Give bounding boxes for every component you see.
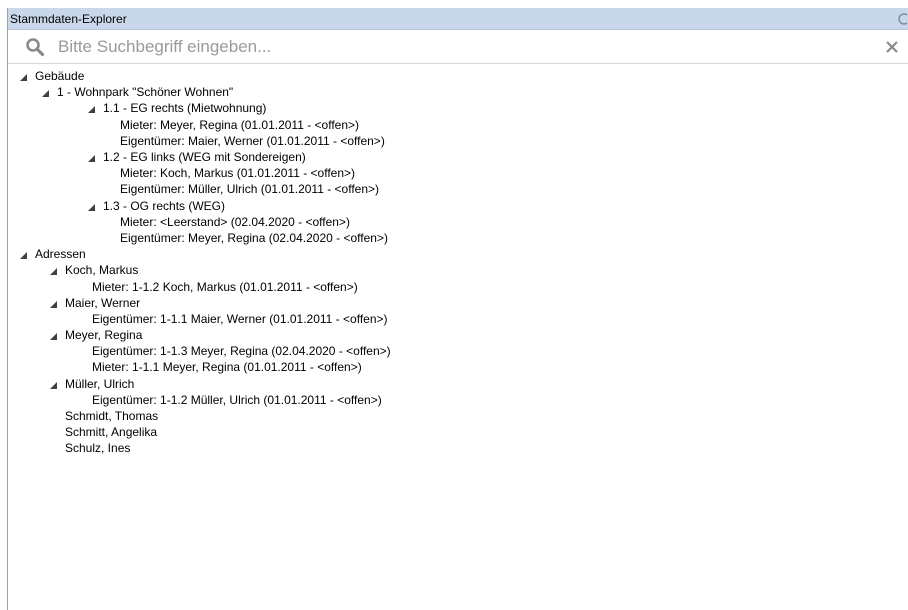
master-data-tree: Gebäude 1 - Wohnpark "Schöner Wohnen" 1.… xyxy=(8,64,908,457)
tree-leaf[interactable]: Eigentümer: Meyer, Regina (02.04.2020 - … xyxy=(8,230,908,246)
search-bar xyxy=(8,30,908,64)
tree-node-label: Maier, Werner xyxy=(65,295,141,310)
expanded-triangle-icon[interactable] xyxy=(18,71,28,82)
search-input[interactable] xyxy=(58,32,882,61)
tree-node-label: 1 - Wohnpark "Schöner Wohnen" xyxy=(57,85,234,100)
expanded-triangle-icon[interactable] xyxy=(48,379,58,389)
tree-node-label: 1.1 - EG rechts (Mietwohnung) xyxy=(103,101,267,116)
stammdaten-explorer-panel: Stammdaten-Explorer Gebäude 1 - Wo xyxy=(7,8,908,610)
tree-node-wohnpark[interactable]: 1 - Wohnpark "Schöner Wohnen" xyxy=(8,84,908,100)
tree-leaf-label: Eigentümer: Müller, Ulrich (01.01.2011 -… xyxy=(120,182,380,197)
tree-node-unit[interactable]: 1.1 - EG rechts (Mietwohnung) xyxy=(8,100,908,116)
expanded-triangle-icon[interactable] xyxy=(86,152,96,163)
tree-node-label: 1.2 - EG links (WEG mit Sondereigen) xyxy=(103,150,306,165)
tree-node-label: Koch, Markus xyxy=(65,263,139,278)
tree-node-label: Adressen xyxy=(35,247,86,262)
tree-node-person-collapsed[interactable]: Schulz, Ines xyxy=(8,440,908,456)
tree-node-gebaeude[interactable]: Gebäude xyxy=(8,68,908,84)
tree-node-unit[interactable]: 1.3 - OG rechts (WEG) xyxy=(8,198,908,214)
tree-node-label: Schmidt, Thomas xyxy=(65,409,159,424)
tree-leaf[interactable]: Eigentümer: 1-1.1 Maier, Werner (01.01.2… xyxy=(8,311,908,327)
tree-node-label: Schulz, Ines xyxy=(65,441,131,456)
expanded-triangle-icon[interactable] xyxy=(48,330,58,341)
tree-leaf-label: Eigentümer: 1-1.2 Müller, Ulrich (01.01.… xyxy=(92,392,382,407)
tree-node-person[interactable]: Koch, Markus xyxy=(8,262,908,278)
close-icon[interactable] xyxy=(882,37,902,57)
tree-leaf-label: Mieter: Koch, Markus (01.01.2011 - <offe… xyxy=(120,166,356,181)
tree-node-label: Meyer, Regina xyxy=(65,328,143,343)
pin-icon[interactable] xyxy=(898,12,908,26)
expanded-triangle-icon[interactable] xyxy=(86,103,96,114)
tree-leaf[interactable]: Eigentümer: Müller, Ulrich (01.01.2011 -… xyxy=(8,181,908,197)
tree-leaf[interactable]: Eigentümer: 1-1.2 Müller, Ulrich (01.01.… xyxy=(8,392,908,408)
tree-leaf-label: Eigentümer: Meyer, Regina (02.04.2020 - … xyxy=(120,230,388,245)
expanded-triangle-icon[interactable] xyxy=(18,249,28,260)
tree-leaf[interactable]: Mieter: 1-1.1 Meyer, Regina (01.01.2011 … xyxy=(8,359,908,375)
tree-leaf-label: Mieter: <Leerstand> (02.04.2020 - <offen… xyxy=(120,214,350,229)
tree-node-person-collapsed[interactable]: Schmitt, Angelika xyxy=(8,424,908,440)
tree-node-adressen[interactable]: Adressen xyxy=(8,246,908,262)
tree-node-person-collapsed[interactable]: Schmidt, Thomas xyxy=(8,408,908,424)
expanded-triangle-icon[interactable] xyxy=(86,201,96,211)
tree-leaf-label: Mieter: Meyer, Regina (01.01.2011 - <off… xyxy=(120,117,360,132)
tree-node-unit[interactable]: 1.2 - EG links (WEG mit Sondereigen) xyxy=(8,149,908,165)
expanded-triangle-icon[interactable] xyxy=(40,87,50,98)
tree-node-label: Müller, Ulrich xyxy=(65,376,135,391)
search-icon xyxy=(24,36,46,58)
tree-node-person[interactable]: Müller, Ulrich xyxy=(8,376,908,392)
tree-node-label: Gebäude xyxy=(35,69,85,84)
tree-leaf[interactable]: Mieter: 1-1.2 Koch, Markus (01.01.2011 -… xyxy=(8,278,908,294)
tree-leaf[interactable]: Eigentümer: 1-1.3 Meyer, Regina (02.04.2… xyxy=(8,343,908,359)
tree-leaf[interactable]: Mieter: Meyer, Regina (01.01.2011 - <off… xyxy=(8,117,908,133)
tree-leaf-label: Eigentümer: 1-1.1 Maier, Werner (01.01.2… xyxy=(92,311,388,326)
tree-node-label: 1.3 - OG rechts (WEG) xyxy=(103,198,226,213)
tree-leaf-label: Eigentümer: 1-1.3 Meyer, Regina (02.04.2… xyxy=(92,344,391,359)
panel-title: Stammdaten-Explorer xyxy=(10,11,127,26)
tree-node-label: Schmitt, Angelika xyxy=(65,425,158,440)
expanded-triangle-icon[interactable] xyxy=(48,298,58,308)
tree-node-person[interactable]: Maier, Werner xyxy=(8,295,908,311)
tree-leaf-label: Eigentümer: Maier, Werner (01.01.2011 - … xyxy=(120,133,385,148)
tree-node-person[interactable]: Meyer, Regina xyxy=(8,327,908,343)
tree-leaf[interactable]: Mieter: Koch, Markus (01.01.2011 - <offe… xyxy=(8,165,908,181)
tree-leaf-label: Mieter: 1-1.1 Meyer, Regina (01.01.2011 … xyxy=(92,360,362,375)
expanded-triangle-icon[interactable] xyxy=(48,265,58,276)
tree-leaf[interactable]: Eigentümer: Maier, Werner (01.01.2011 - … xyxy=(8,133,908,149)
panel-titlebar[interactable]: Stammdaten-Explorer xyxy=(8,8,908,30)
tree-leaf-label: Mieter: 1-1.2 Koch, Markus (01.01.2011 -… xyxy=(92,279,358,294)
tree-leaf[interactable]: Mieter: <Leerstand> (02.04.2020 - <offen… xyxy=(8,214,908,230)
